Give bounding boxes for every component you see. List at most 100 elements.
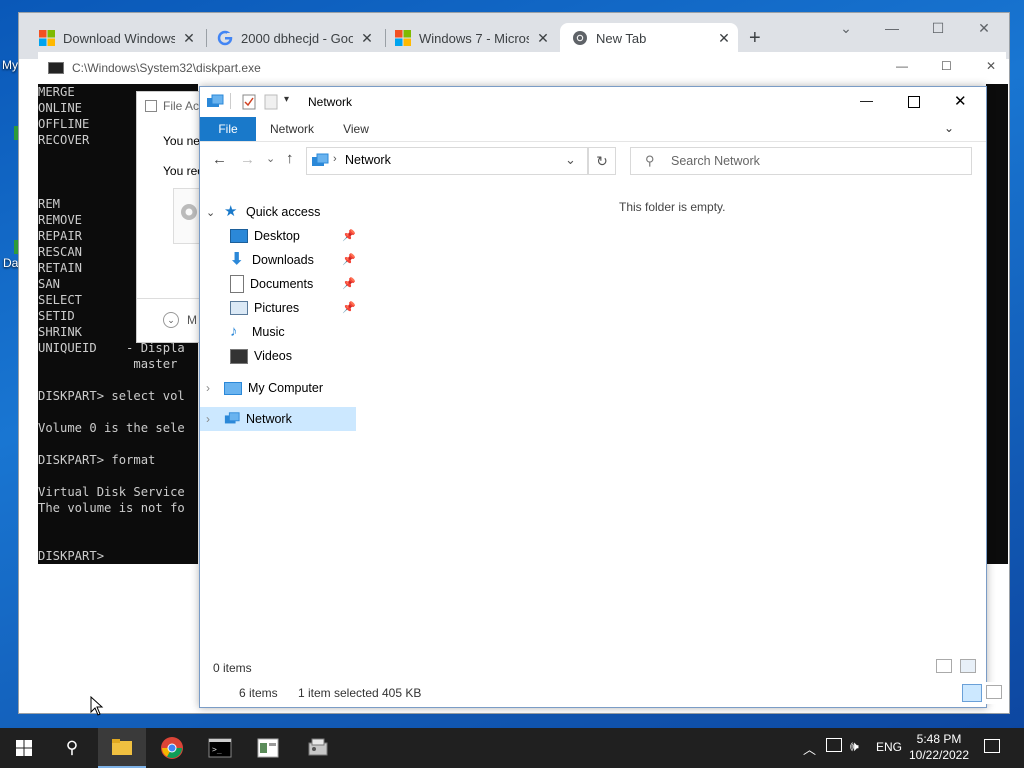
minimize-button[interactable]: — xyxy=(860,93,873,108)
nav-item-documents[interactable]: Documents xyxy=(230,273,313,295)
dialog-option-box[interactable] xyxy=(173,188,199,244)
tab-title: Windows 7 - Microso xyxy=(419,30,529,46)
pin-icon[interactable]: 📌 xyxy=(342,301,356,314)
ribbon-tab-view[interactable]: View xyxy=(334,117,378,141)
ribbon-tabs: File Network View ⌄ xyxy=(200,117,986,142)
maximize-button[interactable] xyxy=(908,96,920,108)
input-language[interactable]: ENG xyxy=(876,740,902,754)
close-tab-icon[interactable]: ✕ xyxy=(181,30,197,47)
show-hidden-icons-icon[interactable]: ︿ xyxy=(803,739,816,758)
large-icons-view-icon[interactable] xyxy=(960,659,976,673)
close-button[interactable]: ✕ xyxy=(954,92,967,110)
nav-item-downloads[interactable]: ⬇ Downloads xyxy=(230,249,314,271)
nav-label: Network xyxy=(246,412,292,426)
ribbon-tab-file[interactable]: File xyxy=(200,117,256,141)
large-icons-view-icon[interactable] xyxy=(986,685,1002,699)
dialog-text: You ne xyxy=(163,134,200,148)
pin-icon[interactable]: 📌 xyxy=(342,277,356,290)
breadcrumb[interactable]: Network xyxy=(345,153,391,167)
tab-google-search[interactable]: 2000 dbhecjd - Goog ✕ xyxy=(217,23,375,53)
address-dropdown-icon[interactable]: ⌄ xyxy=(565,152,576,168)
tab-title: New Tab xyxy=(596,30,647,46)
volume-icon[interactable]: 🕪 xyxy=(850,738,859,755)
details-view-icon[interactable] xyxy=(962,684,982,702)
more-details-label: M xyxy=(187,313,197,327)
breadcrumb-chevron-icon[interactable]: › xyxy=(333,153,337,165)
maximize-button[interactable]: ☐ xyxy=(915,13,961,43)
minimize-button[interactable]: — xyxy=(896,59,908,73)
nav-my-computer[interactable]: › My Computer xyxy=(200,377,323,399)
chrome-icon xyxy=(161,737,183,759)
taskbar-file-explorer[interactable] xyxy=(98,728,146,768)
network-icon xyxy=(207,94,224,107)
nav-item-videos[interactable]: Videos xyxy=(230,345,292,367)
taskbar-chrome[interactable] xyxy=(148,728,196,768)
pin-icon[interactable]: 📌 xyxy=(342,253,356,266)
dialog-title-text: File Ac xyxy=(163,99,200,113)
explorer-title-bar: ▾ Network — ✕ xyxy=(200,87,986,117)
taskbar-file-access-app[interactable] xyxy=(244,728,292,768)
nav-label: Music xyxy=(252,325,285,339)
taskbar-command-prompt[interactable]: >_ xyxy=(196,728,244,768)
new-folder-icon[interactable] xyxy=(264,94,278,110)
desktop-icon-label[interactable]: My xyxy=(2,58,18,72)
nav-label: My Computer xyxy=(248,381,324,395)
search-icon[interactable]: ⚲ xyxy=(48,728,96,768)
address-bar-row: ← → ⌄ ↑ › Network ⌄ ↻ ⚲ Search Network xyxy=(200,143,986,179)
search-field[interactable]: ⚲ Search Network xyxy=(630,147,972,175)
pin-icon[interactable]: 📌 xyxy=(342,229,356,242)
refresh-icon[interactable]: ↻ xyxy=(588,147,616,175)
tab-new-tab[interactable]: New Tab ✕ xyxy=(560,23,738,53)
clock-date: 10/22/2022 xyxy=(908,748,970,762)
close-tab-icon[interactable]: ✕ xyxy=(535,30,551,47)
nav-quick-access[interactable]: ⌄ ★ Quick access xyxy=(200,201,320,223)
terminal-icon: >_ xyxy=(208,738,232,758)
nav-item-pictures[interactable]: Pictures xyxy=(230,297,299,319)
nav-item-music[interactable]: ♪ Music xyxy=(230,321,285,343)
forward-arrow-icon[interactable]: → xyxy=(240,151,255,168)
close-tab-icon[interactable]: ✕ xyxy=(716,30,732,47)
close-tab-icon[interactable]: ✕ xyxy=(359,30,375,47)
close-button[interactable]: ✕ xyxy=(986,59,996,73)
new-tab-button[interactable]: + xyxy=(749,27,761,50)
desktop-icon-label[interactable]: Da xyxy=(3,256,18,270)
taskbar-installer[interactable] xyxy=(294,728,342,768)
up-arrow-icon[interactable]: ↑ xyxy=(286,150,294,167)
tab-separator xyxy=(206,29,207,47)
properties-icon[interactable] xyxy=(242,94,256,110)
nav-item-desktop[interactable]: Desktop xyxy=(230,225,300,247)
pictures-icon xyxy=(230,301,248,315)
nav-label: Quick access xyxy=(246,205,321,219)
chevron-right-icon[interactable]: › xyxy=(206,381,216,395)
tab-title: Download Windows xyxy=(63,30,175,46)
status-bar: 0 items xyxy=(200,657,986,679)
console-scrollbar[interactable] xyxy=(986,84,1008,564)
app-window-icon xyxy=(257,738,279,758)
more-details-button[interactable]: ⌄ M xyxy=(163,312,197,328)
behind-window-status-bar: 6 items 1 item selected 405 KB xyxy=(224,682,1008,704)
chevron-right-icon[interactable]: › xyxy=(206,412,216,426)
network-status-icon[interactable] xyxy=(826,738,842,752)
start-button[interactable] xyxy=(0,728,48,768)
quick-access-toolbar-dropdown-icon[interactable]: ▾ xyxy=(284,94,289,105)
back-arrow-icon[interactable]: ← xyxy=(212,151,227,168)
address-bar[interactable]: › Network ⌄ xyxy=(306,147,588,175)
expand-ribbon-icon[interactable]: ⌄ xyxy=(944,121,954,135)
close-button[interactable]: ✕ xyxy=(961,13,1007,43)
details-view-icon[interactable] xyxy=(936,659,952,673)
ribbon-tab-network[interactable]: Network xyxy=(264,117,320,141)
notifications-icon[interactable] xyxy=(984,739,1000,753)
minimize-button[interactable]: — xyxy=(869,13,915,43)
tab-windows-7[interactable]: Windows 7 - Microso ✕ xyxy=(395,23,551,53)
network-icon xyxy=(224,412,240,424)
item-count: 6 items xyxy=(239,686,278,700)
dialog-icon xyxy=(145,100,157,112)
windows-start-icon xyxy=(16,740,32,756)
nav-network[interactable]: › Network xyxy=(200,407,356,431)
maximize-button[interactable]: ☐ xyxy=(941,59,952,73)
chevron-down-icon[interactable]: ⌄ xyxy=(206,206,216,219)
tab-search-dropdown-icon[interactable]: ⌄ xyxy=(823,13,869,43)
clock[interactable]: 5:48 PM 10/22/2022 xyxy=(906,731,972,763)
tab-download-windows[interactable]: Download Windows ✕ xyxy=(39,23,197,53)
recent-locations-icon[interactable]: ⌄ xyxy=(266,152,275,165)
